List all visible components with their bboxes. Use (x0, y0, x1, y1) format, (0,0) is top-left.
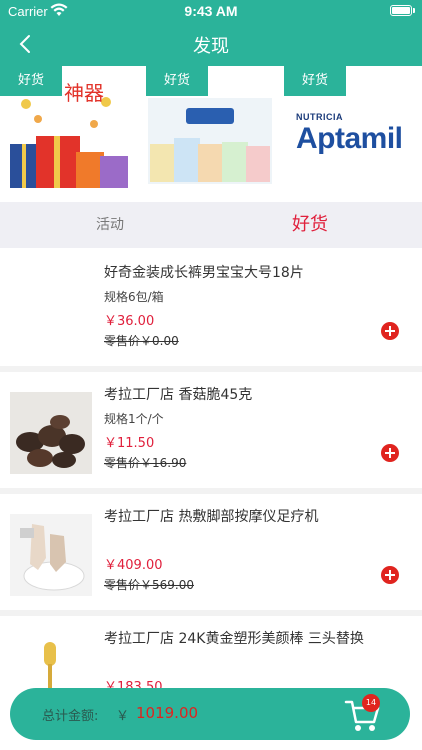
page-title: 发现 (193, 36, 229, 57)
currency-symbol: ￥ (116, 709, 130, 724)
tab-activity[interactable]: 活动 (60, 202, 160, 248)
baby-food-packs-image (148, 98, 272, 184)
product-name: 考拉工厂店 香菇脆45克 (104, 387, 253, 403)
clock: 9:43 AM (184, 3, 238, 19)
product-spec: 规格1个/个 (104, 412, 164, 426)
foot-massager-image (10, 514, 92, 596)
add-to-cart-button[interactable] (381, 322, 399, 340)
product-row[interactable]: 考拉工厂店 香菇脆45克 规格1个/个 ￥11.50 零售价￥16.90 (0, 372, 422, 494)
badge-label: 好货 (284, 66, 346, 96)
banner-item-aptamil[interactable]: NUTRICIA Aptamil 好货 (284, 66, 420, 198)
battery-icon (390, 5, 412, 16)
status-bar: Carrier 9:43 AM (0, 0, 422, 22)
tab-goods[interactable]: 好货 (260, 202, 360, 248)
product-price: ￥36.00 (104, 314, 155, 329)
badge-label: 好货 (0, 66, 62, 96)
add-to-cart-button[interactable] (381, 566, 399, 584)
banner-item-gifts[interactable]: 神器 好货 (0, 66, 136, 198)
nav-bar: 发现 (0, 22, 422, 66)
product-row[interactable]: 考拉工厂店 热敷脚部按摩仪足疗机 ￥409.00 零售价￥569.00 (0, 494, 422, 616)
product-name: 好奇金装成长裤男宝宝大号18片 (104, 265, 304, 281)
nutricia-label: NUTRICIA (296, 112, 343, 122)
cart-summary-bar: 总计金额: ￥ 1019.00 14 (10, 688, 410, 740)
total-label: 总计金额: (42, 709, 99, 724)
product-price: ￥11.50 (104, 436, 155, 451)
banner-item-baby-food[interactable]: 好货 (146, 66, 282, 198)
aptamil-logo: NUTRICIA Aptamil (284, 106, 422, 166)
banner-carousel: 神器 好货 好货 NUTRICIA Aptamil 好货 (0, 66, 422, 198)
product-spec: 规格6包/箱 (104, 290, 164, 304)
total-amount: 1019.00 (136, 704, 199, 722)
banner-headline: 神器 (64, 81, 104, 105)
cart-count-badge: 14 (362, 694, 380, 712)
product-original-price: 零售价￥569.00 (104, 578, 194, 592)
product-original-price: 零售价￥0.00 (104, 334, 179, 348)
badge-label: 好货 (146, 66, 208, 96)
segment-tabs: 活动 好货 (0, 202, 422, 248)
mushroom-chips-image (10, 392, 92, 474)
product-price: ￥409.00 (104, 558, 163, 573)
battery-tip (413, 8, 415, 13)
product-row[interactable]: 好奇金装成长裤男宝宝大号18片 规格6包/箱 ￥36.00 零售价￥0.00 (0, 250, 422, 372)
add-to-cart-button[interactable] (381, 444, 399, 462)
product-original-price: 零售价￥16.90 (104, 456, 187, 470)
aptamil-brand: Aptamil (296, 122, 403, 155)
product-name: 考拉工厂店 热敷脚部按摩仪足疗机 (104, 509, 319, 525)
product-name: 考拉工厂店 24K黄金塑形美颜棒 三头替换 (104, 631, 364, 647)
